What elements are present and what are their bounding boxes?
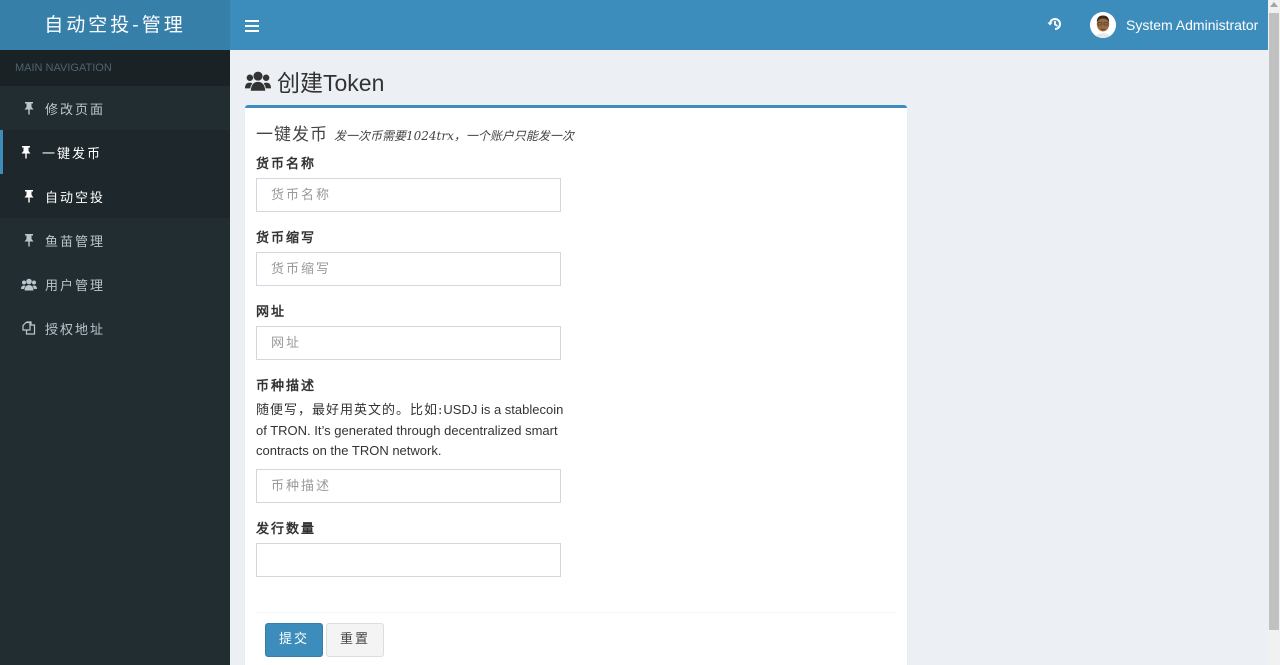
sidebar-item-user-management[interactable]: 用户管理 xyxy=(0,262,230,306)
main-content: 创建Token 一键发币 发一次币需要1024trx，一个账户只能发一次 货币名… xyxy=(230,50,1268,665)
website-input[interactable] xyxy=(256,326,561,360)
box-footer: 提交 重置 xyxy=(255,612,897,665)
supply-input[interactable] xyxy=(256,543,561,577)
nav-header: MAIN NAVIGATION xyxy=(0,50,230,86)
sidebar-item-issue-token[interactable]: 一键发币 xyxy=(0,130,230,174)
supply-label: 发行数量 xyxy=(256,522,317,537)
website-label: 网址 xyxy=(256,305,287,320)
scrollbar-thumb[interactable] xyxy=(1269,13,1279,630)
submit-button[interactable]: 提交 xyxy=(265,623,324,657)
app-logo[interactable]: 自动空投-管理 xyxy=(0,0,230,50)
pushpin-icon xyxy=(21,188,37,204)
box-subtitle: 发一次币需要1024trx，一个账户只能发一次 xyxy=(334,129,574,143)
users-icon xyxy=(21,276,37,292)
user-name: System Administrator xyxy=(1126,17,1259,33)
description-label: 币种描述 xyxy=(256,379,317,394)
form-group-token-name: 货币名称 xyxy=(256,153,896,212)
menu-bar xyxy=(245,20,259,22)
sidebar-item-label: 用户管理 xyxy=(45,278,106,294)
sidebar-item-label: 鱼苗管理 xyxy=(45,234,106,250)
page-title: 创建Token xyxy=(245,64,384,98)
sidebar-item-label: 自动空投 xyxy=(45,190,106,206)
sidebar-item-authorized-addresses[interactable]: 授权地址 xyxy=(0,306,230,350)
box-header: 一键发币 发一次币需要1024trx，一个账户只能发一次 xyxy=(245,108,907,153)
form-group-token-symbol: 货币缩写 xyxy=(256,227,896,286)
token-name-label: 货币名称 xyxy=(256,157,317,172)
history-icon[interactable] xyxy=(1046,15,1064,33)
sidebar-item-fish-management[interactable]: 鱼苗管理 xyxy=(0,218,230,262)
avatar xyxy=(1090,12,1116,38)
pushpin-icon xyxy=(21,232,37,248)
box-title: 一键发币 xyxy=(256,125,328,145)
token-form: 货币名称 货币缩写 网址 币种描述 随便写，最好用英文的。比如:USDJ is … xyxy=(245,153,907,577)
reset-button[interactable]: 重置 xyxy=(326,623,385,657)
sidebar-toggle-button[interactable] xyxy=(245,15,259,35)
description-input[interactable] xyxy=(256,469,561,503)
issue-token-box: 一键发币 发一次币需要1024trx，一个账户只能发一次 货币名称 货币缩写 网… xyxy=(245,105,907,665)
page-title-en: Token xyxy=(323,70,385,96)
token-symbol-input[interactable] xyxy=(256,252,561,286)
token-symbol-label: 货币缩写 xyxy=(256,231,317,246)
sidebar-item-label: 授权地址 xyxy=(45,322,106,338)
help-text-zh: 随便写，最好用英文的。比如: xyxy=(256,403,444,418)
pushpin-icon xyxy=(21,100,37,116)
form-group-supply: 发行数量 xyxy=(256,518,896,577)
description-help-text: 随便写，最好用英文的。比如:USDJ is a stablecoin of TR… xyxy=(256,400,566,461)
user-menu[interactable]: System Administrator xyxy=(1090,0,1258,50)
page-title-text: 创建Token xyxy=(277,64,384,98)
menu-bar xyxy=(245,25,259,27)
sidebar: MAIN NAVIGATION 修改页面 一键发币 自动空投 鱼苗管理 用户管理… xyxy=(0,50,230,665)
token-name-input[interactable] xyxy=(256,178,561,212)
users-icon xyxy=(245,70,271,92)
sidebar-item-label: 修改页面 xyxy=(45,102,106,118)
form-group-description: 币种描述 随便写，最好用英文的。比如:USDJ is a stablecoin … xyxy=(256,375,896,503)
pushpin-icon xyxy=(18,144,34,160)
form-group-website: 网址 xyxy=(256,301,896,360)
top-header: 自动空投-管理 System Administrator xyxy=(0,0,1268,50)
sidebar-item-label: 一键发币 xyxy=(42,146,103,162)
page-title-zh: 创建 xyxy=(277,71,323,97)
scroll-up-arrow-icon[interactable] xyxy=(1270,2,1278,7)
menu-bar xyxy=(245,30,259,32)
copy-icon xyxy=(21,320,37,336)
page-scrollbar[interactable] xyxy=(1268,0,1280,665)
sidebar-item-edit-page[interactable]: 修改页面 xyxy=(0,86,230,130)
sidebar-item-auto-airdrop[interactable]: 自动空投 xyxy=(0,174,230,218)
